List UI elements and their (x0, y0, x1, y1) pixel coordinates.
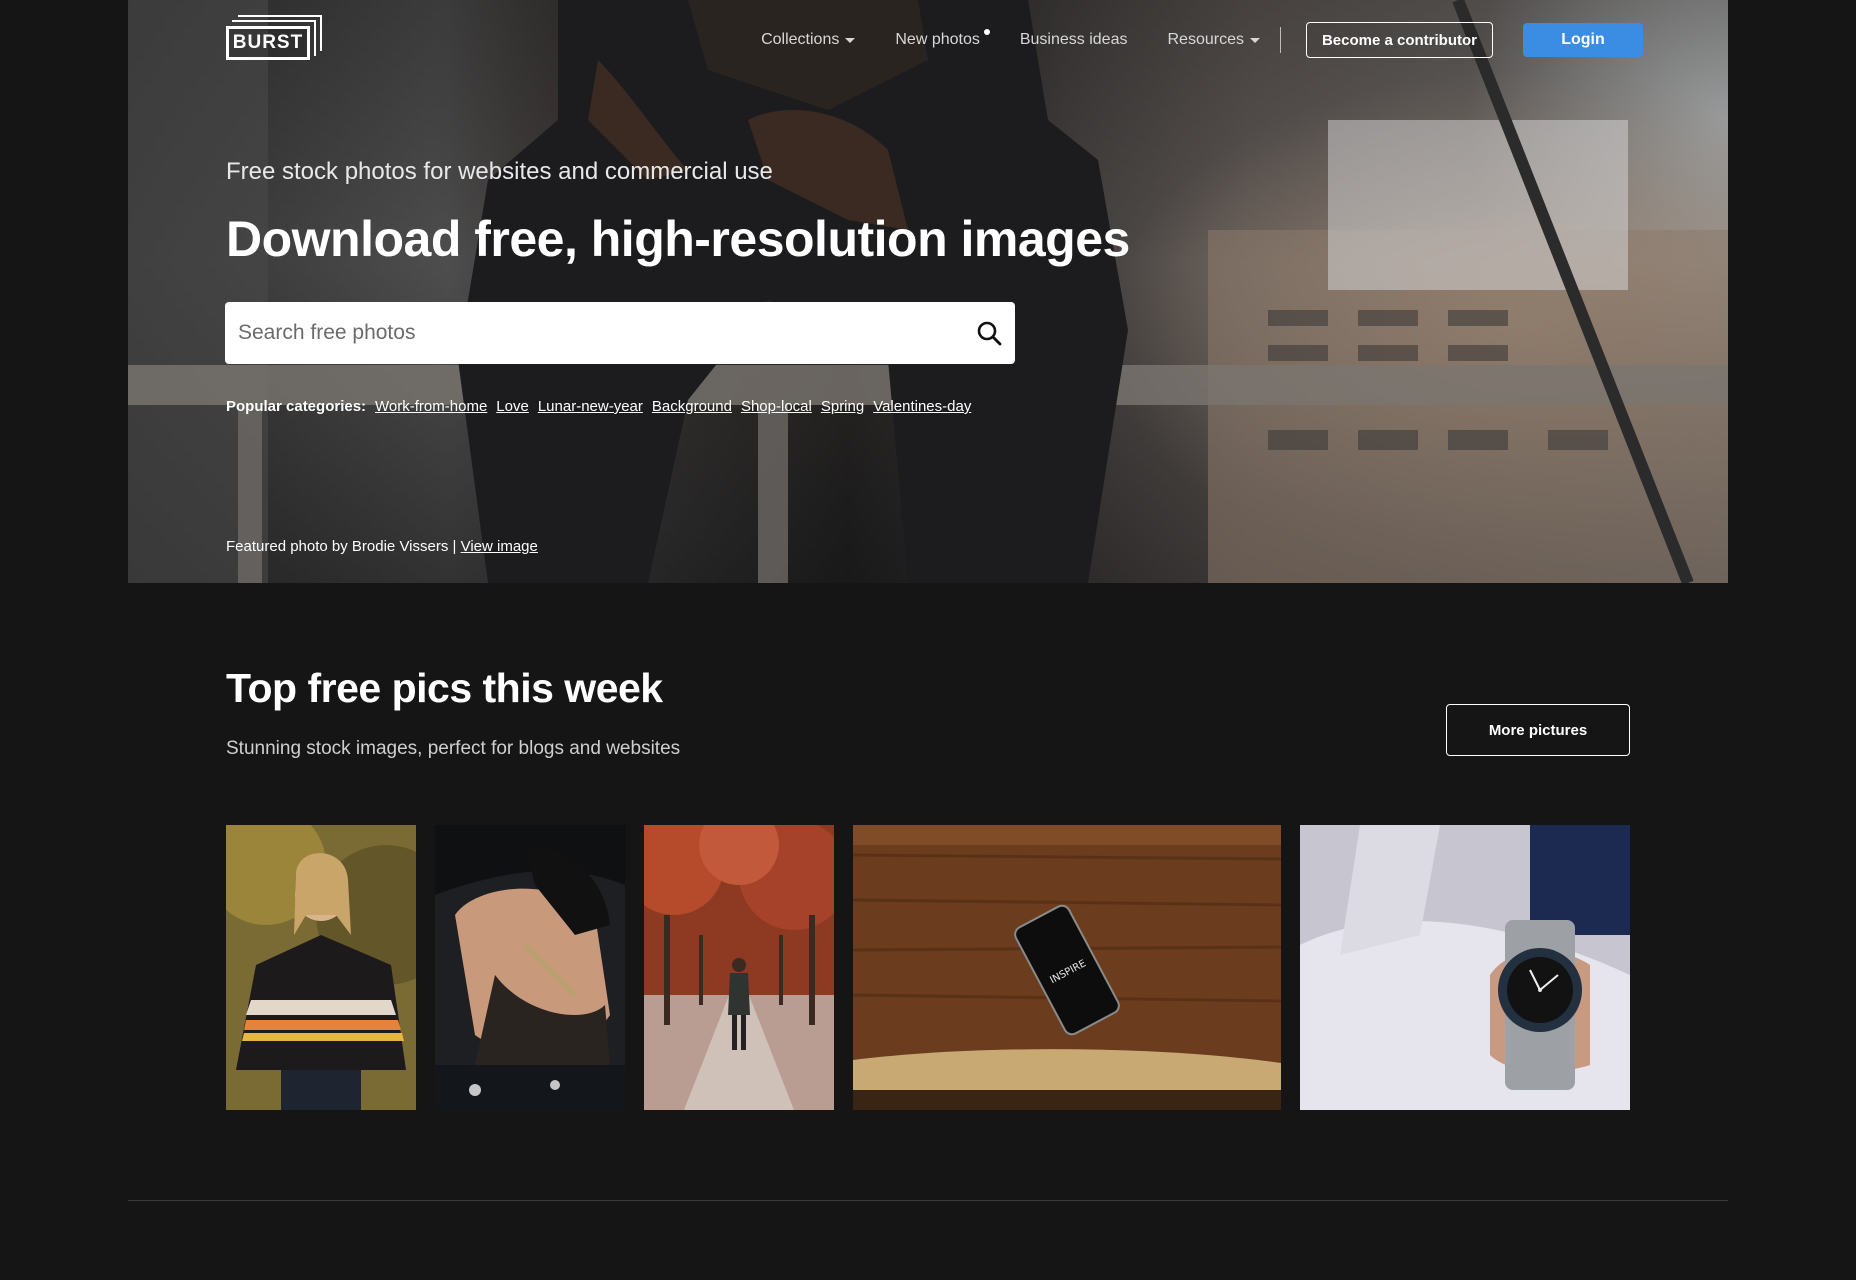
nav-collections[interactable]: Collections (761, 31, 856, 49)
photo-tile[interactable] (644, 825, 834, 1110)
nav-business-ideas[interactable]: Business ideas (1020, 31, 1128, 49)
photo-tile[interactable] (435, 825, 625, 1110)
chevron-down-icon (1249, 37, 1260, 43)
nav-resources[interactable]: Resources (1167, 31, 1260, 49)
hero-featured-photo (128, 0, 1728, 583)
top-nav: Collections New photos Business ideas Re… (761, 22, 1643, 58)
section-title: Top free pics this week (226, 665, 663, 711)
search-bar (225, 302, 1015, 364)
featured-photo-credit: Featured photo by Brodie Vissers | View … (226, 538, 538, 555)
search-input[interactable] (225, 321, 975, 345)
photo-tile[interactable]: INSPIRE (853, 825, 1281, 1110)
nav-collections-label: Collections (761, 31, 840, 48)
hero-subtitle: Free stock photos for websites and comme… (226, 158, 773, 185)
hero-title: Download free, high-resolution images (226, 211, 1130, 267)
nav-business-ideas-label: Business ideas (1019, 31, 1128, 48)
photo-autumn-path (644, 825, 834, 1110)
burst-logo[interactable]: BURST (226, 15, 322, 62)
view-image-link[interactable]: View image (461, 538, 538, 555)
photo-tile[interactable] (1300, 825, 1630, 1110)
popular-categories: Popular categories: Work-from-home Love … (226, 398, 980, 415)
category-link[interactable]: Work-from-home (375, 398, 487, 415)
photo-tile[interactable] (226, 825, 416, 1110)
hero-banner: BURST Collections New photos Business id… (128, 0, 1728, 583)
nav-new-photos-label: New photos (895, 31, 980, 48)
photo-woman-poncho (226, 825, 416, 1110)
footer-divider (128, 1200, 1728, 1201)
logo-text: BURST (226, 26, 310, 60)
featured-credit-text: Featured photo by Brodie Vissers | (226, 538, 457, 555)
popular-categories-label: Popular categories: (226, 398, 367, 415)
section-subtitle: Stunning stock images, perfect for blogs… (226, 738, 681, 759)
category-link[interactable]: Lunar-new-year (538, 398, 643, 415)
search-icon[interactable] (975, 319, 1003, 347)
photo-barber (435, 825, 625, 1110)
nav-new-photos[interactable]: New photos (895, 29, 990, 49)
photo-wristwatch (1300, 825, 1630, 1110)
login-button[interactable]: Login (1523, 23, 1643, 57)
category-link[interactable]: Shop-local (741, 398, 812, 415)
photo-phone-table: INSPIRE (853, 825, 1281, 1110)
nav-divider (1279, 27, 1281, 53)
nav-resources-label: Resources (1167, 31, 1244, 48)
category-link[interactable]: Spring (821, 398, 864, 415)
category-link[interactable]: Valentines-day (873, 398, 971, 415)
become-contributor-button[interactable]: Become a contributor (1305, 22, 1493, 58)
chevron-down-icon (845, 37, 856, 43)
category-link[interactable]: Love (496, 398, 529, 415)
more-pictures-button[interactable]: More pictures (1446, 704, 1630, 756)
category-link[interactable]: Background (652, 398, 732, 415)
new-indicator-dot-icon (983, 29, 990, 35)
